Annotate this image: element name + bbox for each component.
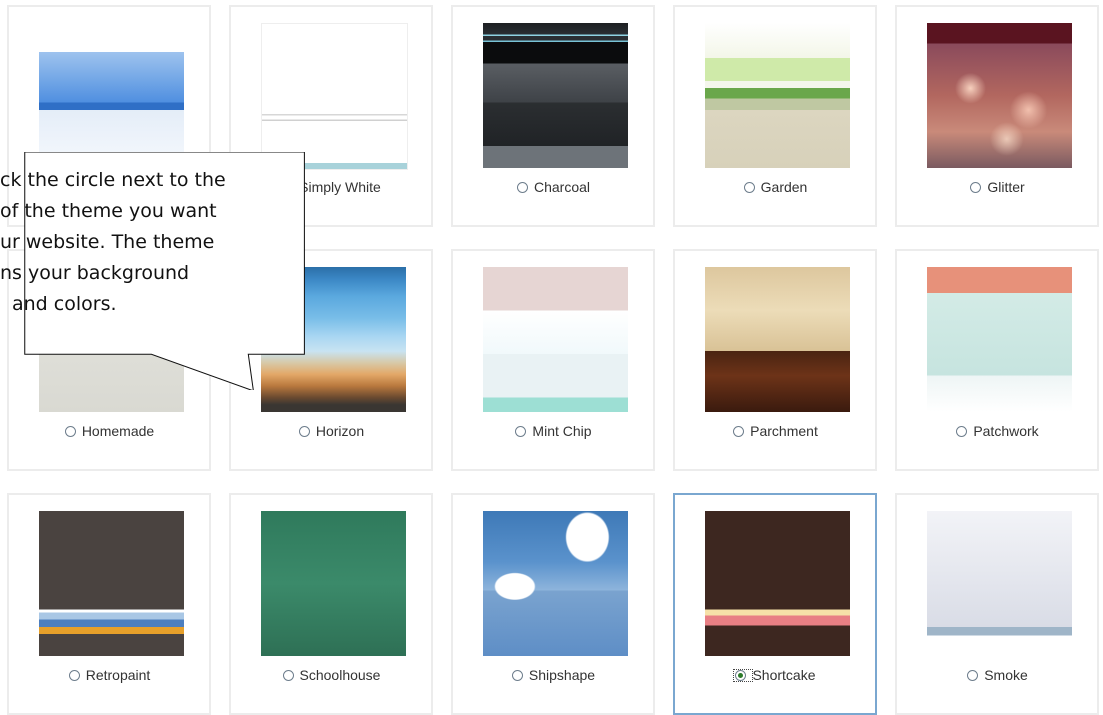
theme-label[interactable]: Mint Chip [453,421,653,441]
theme-label[interactable]: Charcoal [453,177,653,197]
callout-line: ur website. The theme [0,231,215,253]
theme-radio[interactable] [64,425,76,437]
callout-line: ns your background [0,262,190,284]
theme-card-glitter[interactable]: Glitter [895,5,1099,227]
theme-thumbnail[interactable] [927,23,1072,168]
theme-radio[interactable] [516,181,528,193]
theme-label[interactable]: Shipshape [453,665,653,685]
theme-radio[interactable] [970,181,982,193]
theme-thumbnail[interactable] [705,23,850,168]
theme-card-schoolhouse[interactable]: Schoolhouse [229,493,433,715]
callout-line: and colors. [12,293,117,315]
theme-label[interactable]: Horizon [231,421,431,441]
theme-thumbnail[interactable] [483,23,628,168]
theme-label[interactable]: Smoke [897,665,1097,685]
theme-radio[interactable] [735,669,747,681]
theme-thumbnail[interactable] [261,23,408,170]
theme-radio[interactable] [956,425,968,437]
theme-card-parchment[interactable]: Parchment [673,249,877,471]
theme-radio[interactable] [743,181,755,193]
theme-thumbnail[interactable] [39,511,184,656]
theme-card-mint-chip[interactable]: Mint Chip [451,249,655,471]
theme-thumbnail[interactable] [261,511,406,656]
theme-card-shortcake[interactable]: Shortcake [673,493,877,715]
callout-line: ck the circle next to the [0,169,226,191]
theme-thumbnail[interactable] [483,267,628,412]
theme-radio[interactable] [68,669,80,681]
theme-card-patchwork[interactable]: Patchwork [895,249,1099,471]
callout-text: ck the circle next to the of the theme y… [0,163,326,320]
theme-label[interactable]: Patchwork [897,421,1097,441]
theme-thumbnail[interactable] [483,511,628,656]
theme-label[interactable]: Schoolhouse [231,665,431,685]
theme-label[interactable]: Homemade [9,421,209,441]
theme-radio[interactable] [967,669,979,681]
theme-label[interactable]: Parchment [675,421,875,441]
theme-thumbnail[interactable] [705,267,850,412]
theme-thumbnail[interactable] [927,511,1072,656]
theme-thumbnail[interactable] [927,267,1072,412]
theme-label[interactable]: Garden [675,177,875,197]
theme-radio[interactable] [298,425,310,437]
callout-line: of the theme you want [0,200,217,222]
theme-radio[interactable] [511,669,523,681]
theme-label[interactable]: Retropaint [9,665,209,685]
theme-radio[interactable] [515,425,527,437]
theme-card-garden[interactable]: Garden [673,5,877,227]
theme-card-shipshape[interactable]: Shipshape [451,493,655,715]
theme-label[interactable]: Shortcake [675,665,875,685]
focus-outline [733,668,754,682]
theme-label[interactable]: Glitter [897,177,1097,197]
theme-radio[interactable] [282,669,294,681]
theme-thumbnail[interactable] [705,511,850,656]
theme-card-charcoal[interactable]: Charcoal [451,5,655,227]
theme-card-smoke[interactable]: Smoke [895,493,1099,715]
theme-thumbnail[interactable] [39,23,184,168]
theme-card-retropaint[interactable]: Retropaint [7,493,211,715]
theme-radio[interactable] [733,425,745,437]
